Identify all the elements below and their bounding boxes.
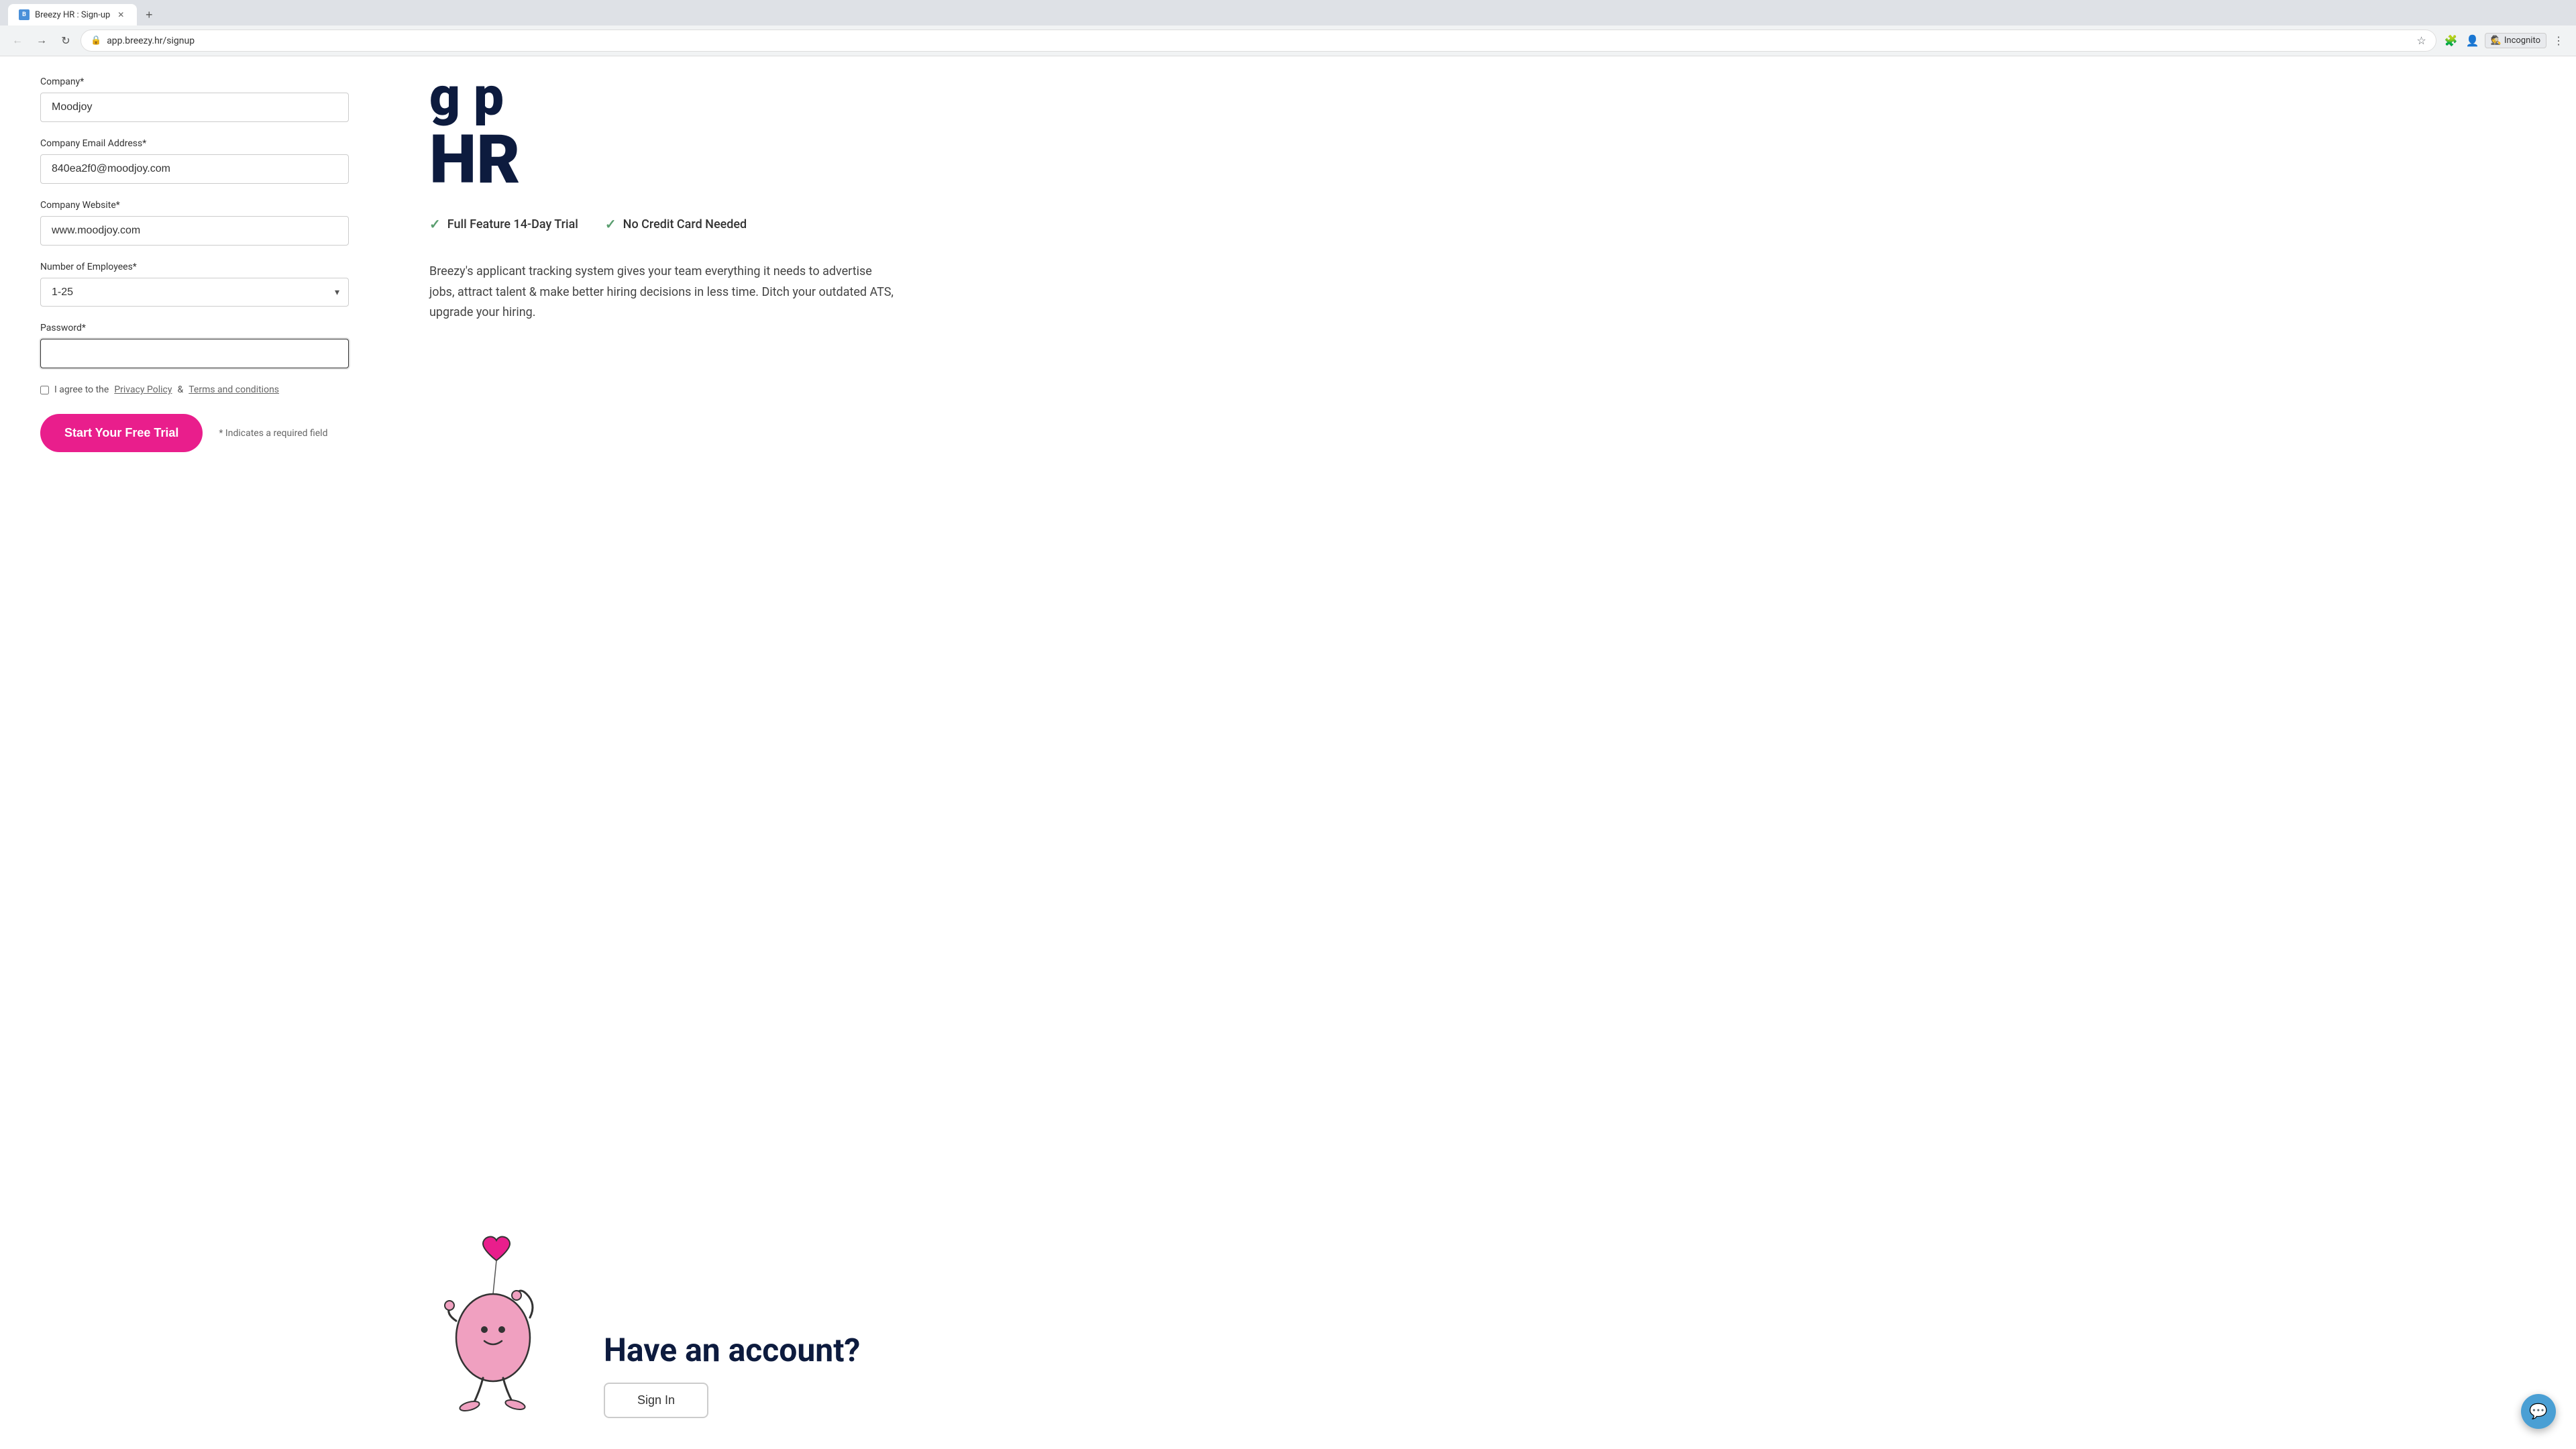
chat-bubble-button[interactable]: 💬 (2521, 1394, 2556, 1429)
website-label: Company Website* (40, 200, 349, 211)
tab-close-button[interactable]: ✕ (115, 9, 126, 20)
feature-1: ✓ Full Feature 14-Day Trial (429, 216, 578, 232)
employees-label: Number of Employees* (40, 262, 349, 272)
company-input[interactable] (40, 93, 349, 122)
tab-title: Breezy HR : Sign-up (35, 10, 110, 20)
employees-select-wrapper: 1-25 26-50 51-200 201-500 500+ ▾ (40, 278, 349, 307)
lock-icon: 🔒 (91, 36, 101, 46)
profile-button[interactable]: 👤 (2463, 32, 2482, 50)
bookmark-icon: ☆ (2416, 34, 2426, 47)
character-illustration (429, 1230, 564, 1418)
description-text: Breezy's applicant tracking system gives… (429, 262, 899, 323)
feature-2-text: No Credit Card Needed (623, 217, 747, 231)
back-button[interactable]: ← (8, 32, 27, 50)
browser-chrome: B Breezy HR : Sign-up ✕ + ← → ↻ 🔒 app.br… (0, 0, 2576, 56)
agree-text: I agree to the (54, 384, 109, 395)
info-panel: g p HR ✓ Full Feature 14-Day Trial ✓ No … (389, 56, 2576, 1445)
website-input[interactable] (40, 216, 349, 246)
incognito-icon: 🕵️ (2491, 36, 2502, 46)
check-icon-2: ✓ (605, 216, 616, 232)
feature-1-text: Full Feature 14-Day Trial (447, 217, 578, 231)
email-input[interactable] (40, 154, 349, 184)
website-field-group: Company Website* (40, 200, 349, 246)
browser-actions: 🧩 👤 🕵️ Incognito ⋮ (2442, 32, 2568, 50)
features-row: ✓ Full Feature 14-Day Trial ✓ No Credit … (429, 216, 2536, 232)
new-tab-button[interactable]: + (140, 5, 158, 24)
headline-line2: HR (429, 123, 2536, 197)
incognito-badge: 🕵️ Incognito (2485, 33, 2546, 48)
tab-favicon: B (19, 9, 30, 20)
chat-icon: 💬 (2529, 1403, 2547, 1420)
menu-button[interactable]: ⋮ (2549, 32, 2568, 50)
bottom-right-section: Have an account? Sign In (429, 1230, 2536, 1418)
password-label: Password* (40, 323, 349, 333)
and-text: & (178, 384, 184, 395)
check-icon-1: ✓ (429, 216, 441, 232)
employees-field-group: Number of Employees* 1-25 26-50 51-200 2… (40, 262, 349, 307)
feature-2: ✓ No Credit Card Needed (605, 216, 747, 232)
reload-button[interactable]: ↻ (56, 32, 75, 50)
employees-select[interactable]: 1-25 26-50 51-200 201-500 500+ (40, 278, 349, 307)
have-account-title: Have an account? (604, 1331, 860, 1369)
email-label: Company Email Address* (40, 138, 349, 149)
have-account-section: Have an account? Sign In (604, 1331, 860, 1418)
address-bar-row: ← → ↻ 🔒 app.breezy.hr/signup ☆ 🧩 👤 🕵️ In… (0, 25, 2576, 56)
active-tab[interactable]: B Breezy HR : Sign-up ✕ (8, 4, 137, 25)
agree-checkbox[interactable] (40, 386, 49, 394)
address-bar[interactable]: 🔒 app.breezy.hr/signup ☆ (80, 30, 2436, 52)
password-input[interactable] (40, 339, 349, 368)
password-field-group: Password* (40, 323, 349, 368)
cta-row: Start Your Free Trial * Indicates a requ… (40, 414, 349, 452)
terms-link[interactable]: Terms and conditions (189, 384, 279, 395)
start-trial-button[interactable]: Start Your Free Trial (40, 414, 203, 452)
url-text: app.breezy.hr/signup (107, 36, 2411, 46)
required-note: * Indicates a required field (219, 428, 327, 439)
signup-form-panel: Company* Company Email Address* Company … (0, 56, 389, 1445)
incognito-label: Incognito (2504, 36, 2540, 46)
sign-in-button[interactable]: Sign In (604, 1383, 708, 1418)
company-label: Company* (40, 76, 349, 87)
agreement-row: I agree to the Privacy Policy & Terms an… (40, 384, 349, 395)
extensions-button[interactable]: 🧩 (2442, 32, 2461, 50)
headline-partial: g p HR (429, 70, 2536, 197)
forward-button[interactable]: → (32, 32, 51, 50)
email-field-group: Company Email Address* (40, 138, 349, 184)
company-field-group: Company* (40, 76, 349, 122)
privacy-policy-link[interactable]: Privacy Policy (114, 384, 172, 395)
tab-bar: B Breezy HR : Sign-up ✕ + (0, 0, 2576, 25)
headline-line1: g p (429, 70, 2536, 123)
page-content: Company* Company Email Address* Company … (0, 56, 2576, 1445)
